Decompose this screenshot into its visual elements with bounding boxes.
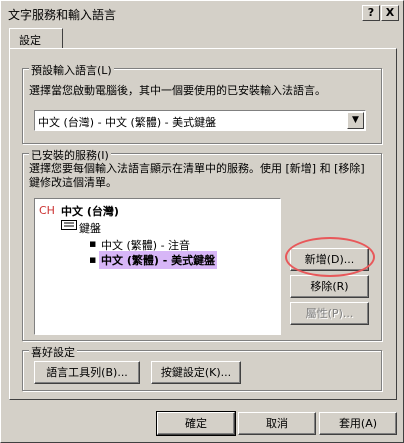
keyboard-icon (61, 220, 77, 233)
default-language-value: 中文 (台灣) - 中文 (繁體) - 美式鍵盤 (38, 116, 217, 129)
preferences-legend: 喜好設定 (29, 344, 77, 360)
properties-button[interactable]: 屬性(P)... (290, 302, 369, 325)
tree-item-us-keyboard-selected[interactable]: 中文 (繁體) - 美式鍵盤 (99, 251, 218, 269)
default-language-legend: 預設輸入語言(L) (29, 62, 114, 78)
tab-settings-label: 設定 (19, 34, 41, 47)
services-tree[interactable]: CH 中文 (台灣) 鍵盤 ▪ 中文 (繁體) - 注音 ▪ 中文 (繁體) -… (34, 198, 281, 335)
key-settings-button[interactable]: 按鍵設定(K)... (151, 361, 241, 384)
bullet-icon: ▪ (89, 253, 97, 266)
window-title: 文字服務和輸入語言 (8, 8, 117, 22)
add-button[interactable]: 新增(D)... (290, 248, 369, 271)
cancel-button[interactable]: 取消 (238, 412, 316, 435)
help-button[interactable]: ? (362, 5, 380, 21)
default-language-group: 預設輸入語言(L) 選擇當您啟動電腦後，其中一個要使用的已安裝輸入法語言。 (22, 62, 382, 144)
language-bar-button[interactable]: 語言工具列(B)... (34, 361, 140, 384)
installed-services-description: 選擇您要每個輸入法語言顯示在清單中的服務。使用 [新增] 和 [移除] 鍵修改這… (29, 162, 365, 189)
apply-button[interactable]: 套用(A) (319, 412, 397, 435)
installed-services-legend: 已安裝的服務(I) (29, 147, 111, 163)
tree-keyboard-node[interactable]: 鍵盤 (79, 220, 101, 236)
title-bar: 文字服務和輸入語言 ? X (4, 4, 400, 22)
ok-button[interactable]: 確定 (156, 411, 236, 436)
dropdown-arrow-icon[interactable]: ▼ (347, 112, 364, 129)
dialog-window: 文字服務和輸入語言 ? X 設定 預設輸入語言(L) 選擇當您啟動電腦後，其中一… (0, 0, 404, 443)
tab-settings[interactable]: 設定 (9, 28, 63, 49)
close-button[interactable]: X (381, 5, 399, 21)
language-code-icon: CH (39, 204, 55, 217)
default-language-select[interactable]: 中文 (台灣) - 中文 (繁體) - 美式鍵盤 ▼ (34, 110, 366, 131)
bullet-icon: ▪ (89, 237, 97, 250)
remove-button[interactable]: 移除(R) (290, 275, 369, 298)
tree-language-node[interactable]: 中文 (台灣) (61, 203, 119, 219)
default-language-description: 選擇當您啟動電腦後，其中一個要使用的已安裝輸入法語言。 (29, 84, 326, 97)
